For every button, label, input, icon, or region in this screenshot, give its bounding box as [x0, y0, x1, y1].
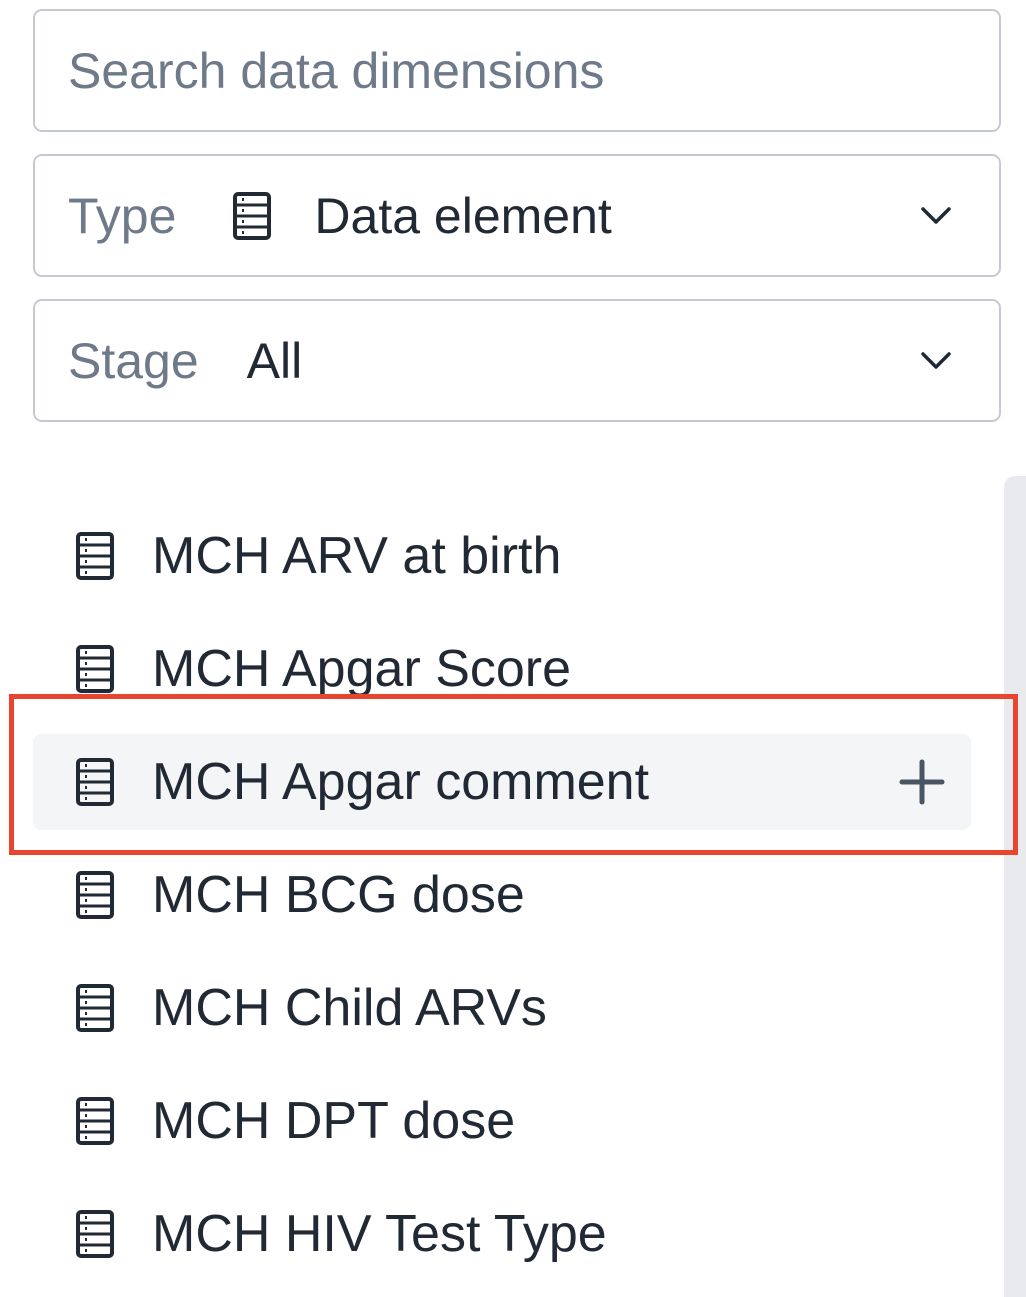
dimension-item-label: MCH HIV Test Type — [152, 1205, 607, 1263]
search-input[interactable] — [35, 11, 999, 130]
dimension-list-item[interactable]: MCH Child ARVs — [33, 960, 971, 1056]
data-element-icon — [233, 191, 272, 240]
dimension-item-label: MCH Apgar Score — [152, 640, 572, 698]
stage-select-value: All — [246, 332, 303, 389]
dimension-item-label: MCH BCG dose — [152, 866, 525, 924]
dimension-list: MCH ARV at birth MCH Apgar Score MCH Apgar… — [0, 476, 1026, 1297]
search-field[interactable] — [33, 9, 1001, 132]
dimension-item-label: MCH DPT dose — [152, 1092, 516, 1150]
data-dimensions-panel: Type Data element Stage All MCH ARV at b… — [0, 0, 1026, 1297]
dimension-item-label: MCH ARV at birth — [152, 527, 562, 585]
dimension-item-label: MCH Child ARVs — [152, 979, 547, 1037]
type-select[interactable]: Type Data element — [33, 154, 1001, 277]
data-element-icon — [75, 982, 115, 1034]
dimension-list-item[interactable]: MCH Apgar Score — [33, 621, 971, 717]
type-select-value: Data element — [314, 187, 612, 244]
stage-select-label: Stage — [68, 332, 199, 389]
scrollbar[interactable] — [1004, 476, 1026, 1297]
chevron-down-icon — [921, 206, 951, 224]
data-element-icon — [75, 643, 115, 695]
dimension-list-item[interactable]: MCH BCG dose — [33, 847, 971, 943]
data-element-icon — [75, 756, 115, 808]
data-element-icon — [75, 869, 115, 921]
dimension-list-item[interactable]: MCH Apgar comment — [33, 734, 971, 830]
dimension-item-label: MCH Apgar comment — [152, 753, 650, 811]
dimension-list-item[interactable]: MCH DPT dose — [33, 1073, 971, 1169]
stage-select[interactable]: Stage All — [33, 299, 1001, 422]
plus-icon[interactable] — [899, 759, 945, 805]
chevron-down-icon — [921, 351, 951, 369]
data-element-icon — [75, 1208, 115, 1260]
type-select-label: Type — [68, 187, 177, 244]
dimension-list-item[interactable]: MCH HIV Test Type — [33, 1186, 971, 1282]
data-element-icon — [75, 1095, 115, 1147]
dimension-list-item[interactable]: MCH ARV at birth — [33, 508, 971, 604]
data-element-icon — [75, 530, 115, 582]
